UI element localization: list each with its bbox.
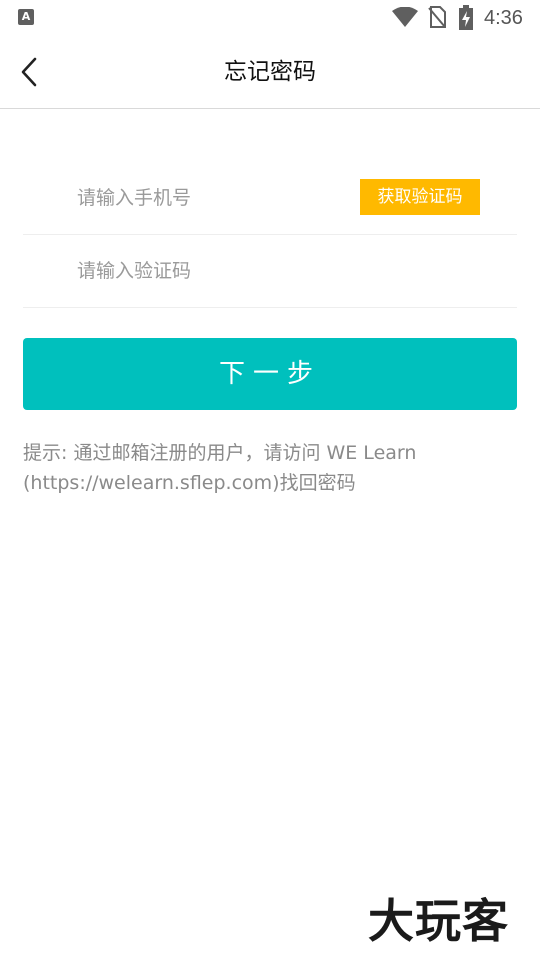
next-step-button[interactable]: 下一步 <box>23 338 517 410</box>
hint-line-2: (https://welearn.sflep.com)找回密码 <box>23 472 356 494</box>
code-row <box>23 235 517 308</box>
battery-charging-icon <box>459 5 473 30</box>
app-notification-icon: A <box>18 9 34 25</box>
phone-input[interactable] <box>77 162 347 234</box>
hint-line-1: 提示: 通过邮箱注册的用户，请访问 WE Learn <box>23 442 417 464</box>
verification-code-input[interactable] <box>77 235 347 307</box>
hint-text: 提示: 通过邮箱注册的用户，请访问 WE Learn (https://wele… <box>23 438 517 498</box>
chevron-left-icon <box>21 57 37 87</box>
header: 忘记密码 <box>0 36 540 109</box>
wifi-icon <box>392 7 418 27</box>
no-sim-icon <box>428 6 446 28</box>
watermark-logo: 大玩客 <box>368 894 509 948</box>
back-button[interactable] <box>8 50 52 94</box>
status-bar: A 4:36 <box>0 0 540 36</box>
page-title: 忘记密码 <box>224 59 316 85</box>
status-time: 4:36 <box>484 7 523 29</box>
phone-row: 获取验证码 <box>23 162 517 235</box>
get-code-button[interactable]: 获取验证码 <box>360 179 480 215</box>
